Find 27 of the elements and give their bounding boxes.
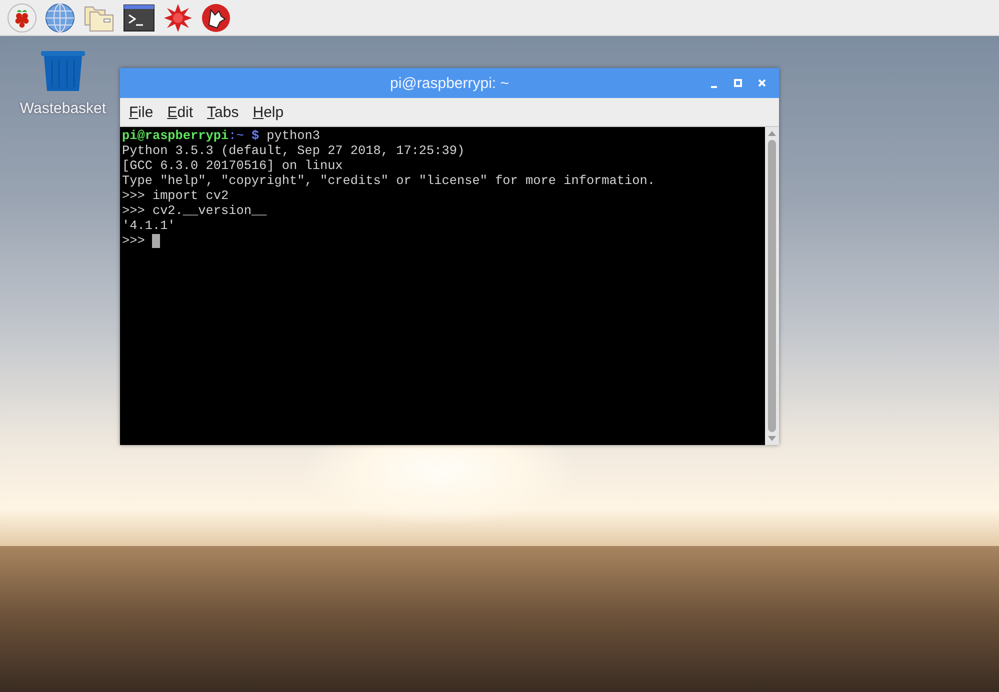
trash-bin-icon[interactable] xyxy=(40,50,86,92)
terminal-line: >>> xyxy=(122,233,160,248)
scroll-up-arrow-icon[interactable] xyxy=(768,131,776,136)
globe-icon[interactable] xyxy=(45,2,75,32)
terminal-line: [GCC 6.3.0 20170516] on linux xyxy=(122,158,343,173)
wolf-icon[interactable] xyxy=(201,2,231,32)
menu-item[interactable]: Tabs xyxy=(207,104,239,120)
scrollbar[interactable] xyxy=(765,127,779,445)
starburst-icon[interactable] xyxy=(163,2,193,32)
terminal-line: >>> import cv2 xyxy=(122,188,229,203)
close-icon[interactable] xyxy=(757,78,767,88)
scroll-down-arrow-icon[interactable] xyxy=(768,436,776,441)
text-cursor xyxy=(152,234,160,248)
terminal-line: pi@raspberrypi:~ $ python3 xyxy=(122,128,320,143)
terminal-line: Python 3.5.3 (default, Sep 27 2018, 17:25:39) xyxy=(122,143,465,158)
menu-item[interactable]: Help xyxy=(252,104,284,120)
menu-item[interactable]: Edit xyxy=(167,104,194,120)
raspberry-icon[interactable] xyxy=(7,2,37,32)
terminal-line: Type "help", "copyright", "credits" or "license" for more information. xyxy=(122,173,655,188)
icon-label: Wastebasket xyxy=(20,100,106,117)
menu-item[interactable]: File xyxy=(129,104,154,120)
scroll-thumb[interactable] xyxy=(768,140,776,432)
terminal-icon[interactable] xyxy=(123,4,155,32)
window-title: pi@raspberrypi: ~ xyxy=(390,74,510,92)
terminal-line: >>> cv2.__version__ xyxy=(122,203,267,218)
terminal-line: '4.1.1' xyxy=(122,218,176,233)
maximize-icon[interactable] xyxy=(733,78,743,88)
